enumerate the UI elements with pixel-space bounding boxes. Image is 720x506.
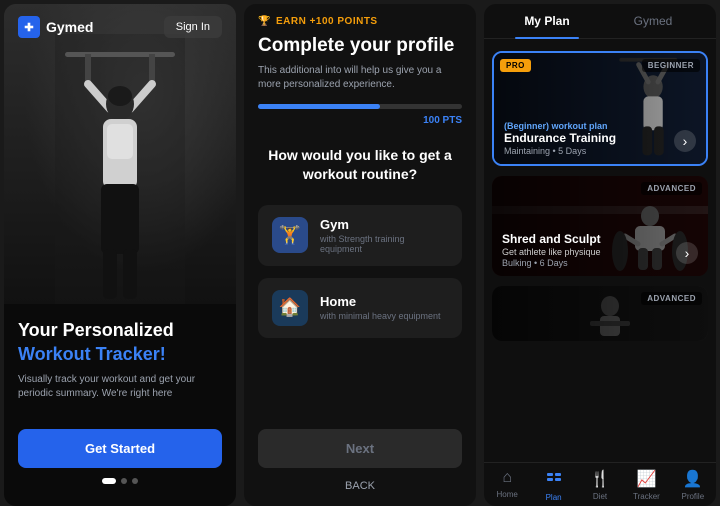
sign-in-button[interactable]: Sign In [164,16,222,38]
profile-subtitle: This additional into will help us give y… [244,64,476,104]
pts-label: 100 PTS [244,113,476,138]
plan-subtitle-1: (Beginner) workout plan [504,121,696,131]
plan-nav-label: Plan [546,493,562,502]
gym-label: Gym [320,217,448,232]
plan-arrow-1[interactable]: › [674,130,696,152]
profile-setup-panel: 🏆 EARN +100 POINTS Complete your profile… [244,4,476,506]
plan-meta-2: Bulking • 6 Days [502,258,698,268]
nav-tracker[interactable]: 📈 Tracker [623,469,669,502]
home-option-text: Home with minimal heavy equipment [320,294,441,321]
hero-title-line2: Workout Tracker! [18,344,222,365]
home-option[interactable]: 🏠 Home with minimal heavy equipment [258,278,462,338]
plan-card-advanced[interactable]: ADVANCED [492,286,708,341]
plan-meta-1: Maintaining • 5 Days [504,146,696,156]
advanced-badge-3: ADVANCED [641,292,702,305]
back-button[interactable]: BACK [258,480,462,492]
hero-image: ✚ Gymed Sign In [4,4,236,304]
advanced-badge-2: ADVANCED [641,182,702,195]
tracker-nav-icon: 📈 [636,469,656,489]
home-nav-icon: ⌂ [502,469,512,487]
dot-2 [121,478,127,484]
gym-option[interactable]: 🏋️ Gym with Strength training equipment [258,205,462,266]
plan-name-1: Endurance Training [504,131,696,145]
progress-bar-fill [258,104,380,109]
plan-card-shred[interactable]: ADVANCED Shred and Sculpt Get athlete li… [492,176,708,276]
athlete-silhouette [55,34,185,304]
diet-nav-label: Diet [593,492,607,501]
hero-title-line1: Your Personalized [18,320,222,342]
plan-nav-icon [546,469,562,490]
trophy-icon: 🏆 [258,16,271,27]
logo-text: Gymed [46,19,93,35]
nav-plan[interactable]: Plan [530,469,576,502]
my-plan-panel: My Plan Gymed [484,4,716,506]
earn-badge: 🏆 EARN +100 POINTS [244,4,476,35]
logo-icon: ✚ [18,16,40,38]
get-started-button[interactable]: Get Started [18,429,222,468]
workout-question: How would you like to get a workout rout… [244,138,476,199]
plan-name-2: Shred and Sculpt [502,232,698,246]
tab-gymed[interactable]: Gymed [600,4,706,38]
pagination-dots [18,478,222,484]
nav-diet[interactable]: 🍴 Diet [577,469,623,502]
progress-bar-container [244,104,476,109]
home-desc: with minimal heavy equipment [320,311,441,321]
home-icon: 🏠 [272,290,308,326]
tracker-nav-label: Tracker [633,492,660,501]
pro-badge: PRO [500,59,531,72]
gym-desc: with Strength training equipment [320,234,448,254]
progress-bar-bg [258,104,462,109]
plan-card-featured[interactable]: PRO BEGINNER (Beginner) workout plan End… [492,51,708,166]
welcome-content: Your Personalized Workout Tracker! Visua… [4,304,236,506]
next-button[interactable]: Next [258,429,462,468]
diet-nav-icon: 🍴 [590,469,610,489]
bottom-nav: ⌂ Home Plan 🍴 Diet 📈 Tracker 👤 Profile [484,462,716,506]
plan-arrow-2[interactable]: › [676,242,698,264]
home-nav-label: Home [497,490,518,499]
tabs-bar: My Plan Gymed [484,4,716,39]
hero-subtitle: Visually track your workout and get your… [18,373,222,401]
welcome-panel: ✚ Gymed Sign In [4,4,236,506]
plan-desc-2: Get athlete like physique [502,247,698,257]
profile-nav-icon: 👤 [683,469,703,489]
panel2-footer: Next BACK [244,417,476,506]
dot-1 [102,478,116,484]
tab-my-plan[interactable]: My Plan [494,4,600,38]
logo: ✚ Gymed [18,16,93,38]
earn-label: EARN +100 POINTS [276,16,378,27]
beginner-badge: BEGINNER [642,59,700,72]
gym-option-text: Gym with Strength training equipment [320,217,448,254]
profile-nav-label: Profile [681,492,704,501]
nav-home[interactable]: ⌂ Home [484,469,530,502]
home-label: Home [320,294,441,309]
dot-3 [132,478,138,484]
gym-icon: 🏋️ [272,217,308,253]
nav-profile[interactable]: 👤 Profile [670,469,716,502]
profile-title: Complete your profile [244,35,476,64]
header-bar: ✚ Gymed Sign In [4,4,236,50]
